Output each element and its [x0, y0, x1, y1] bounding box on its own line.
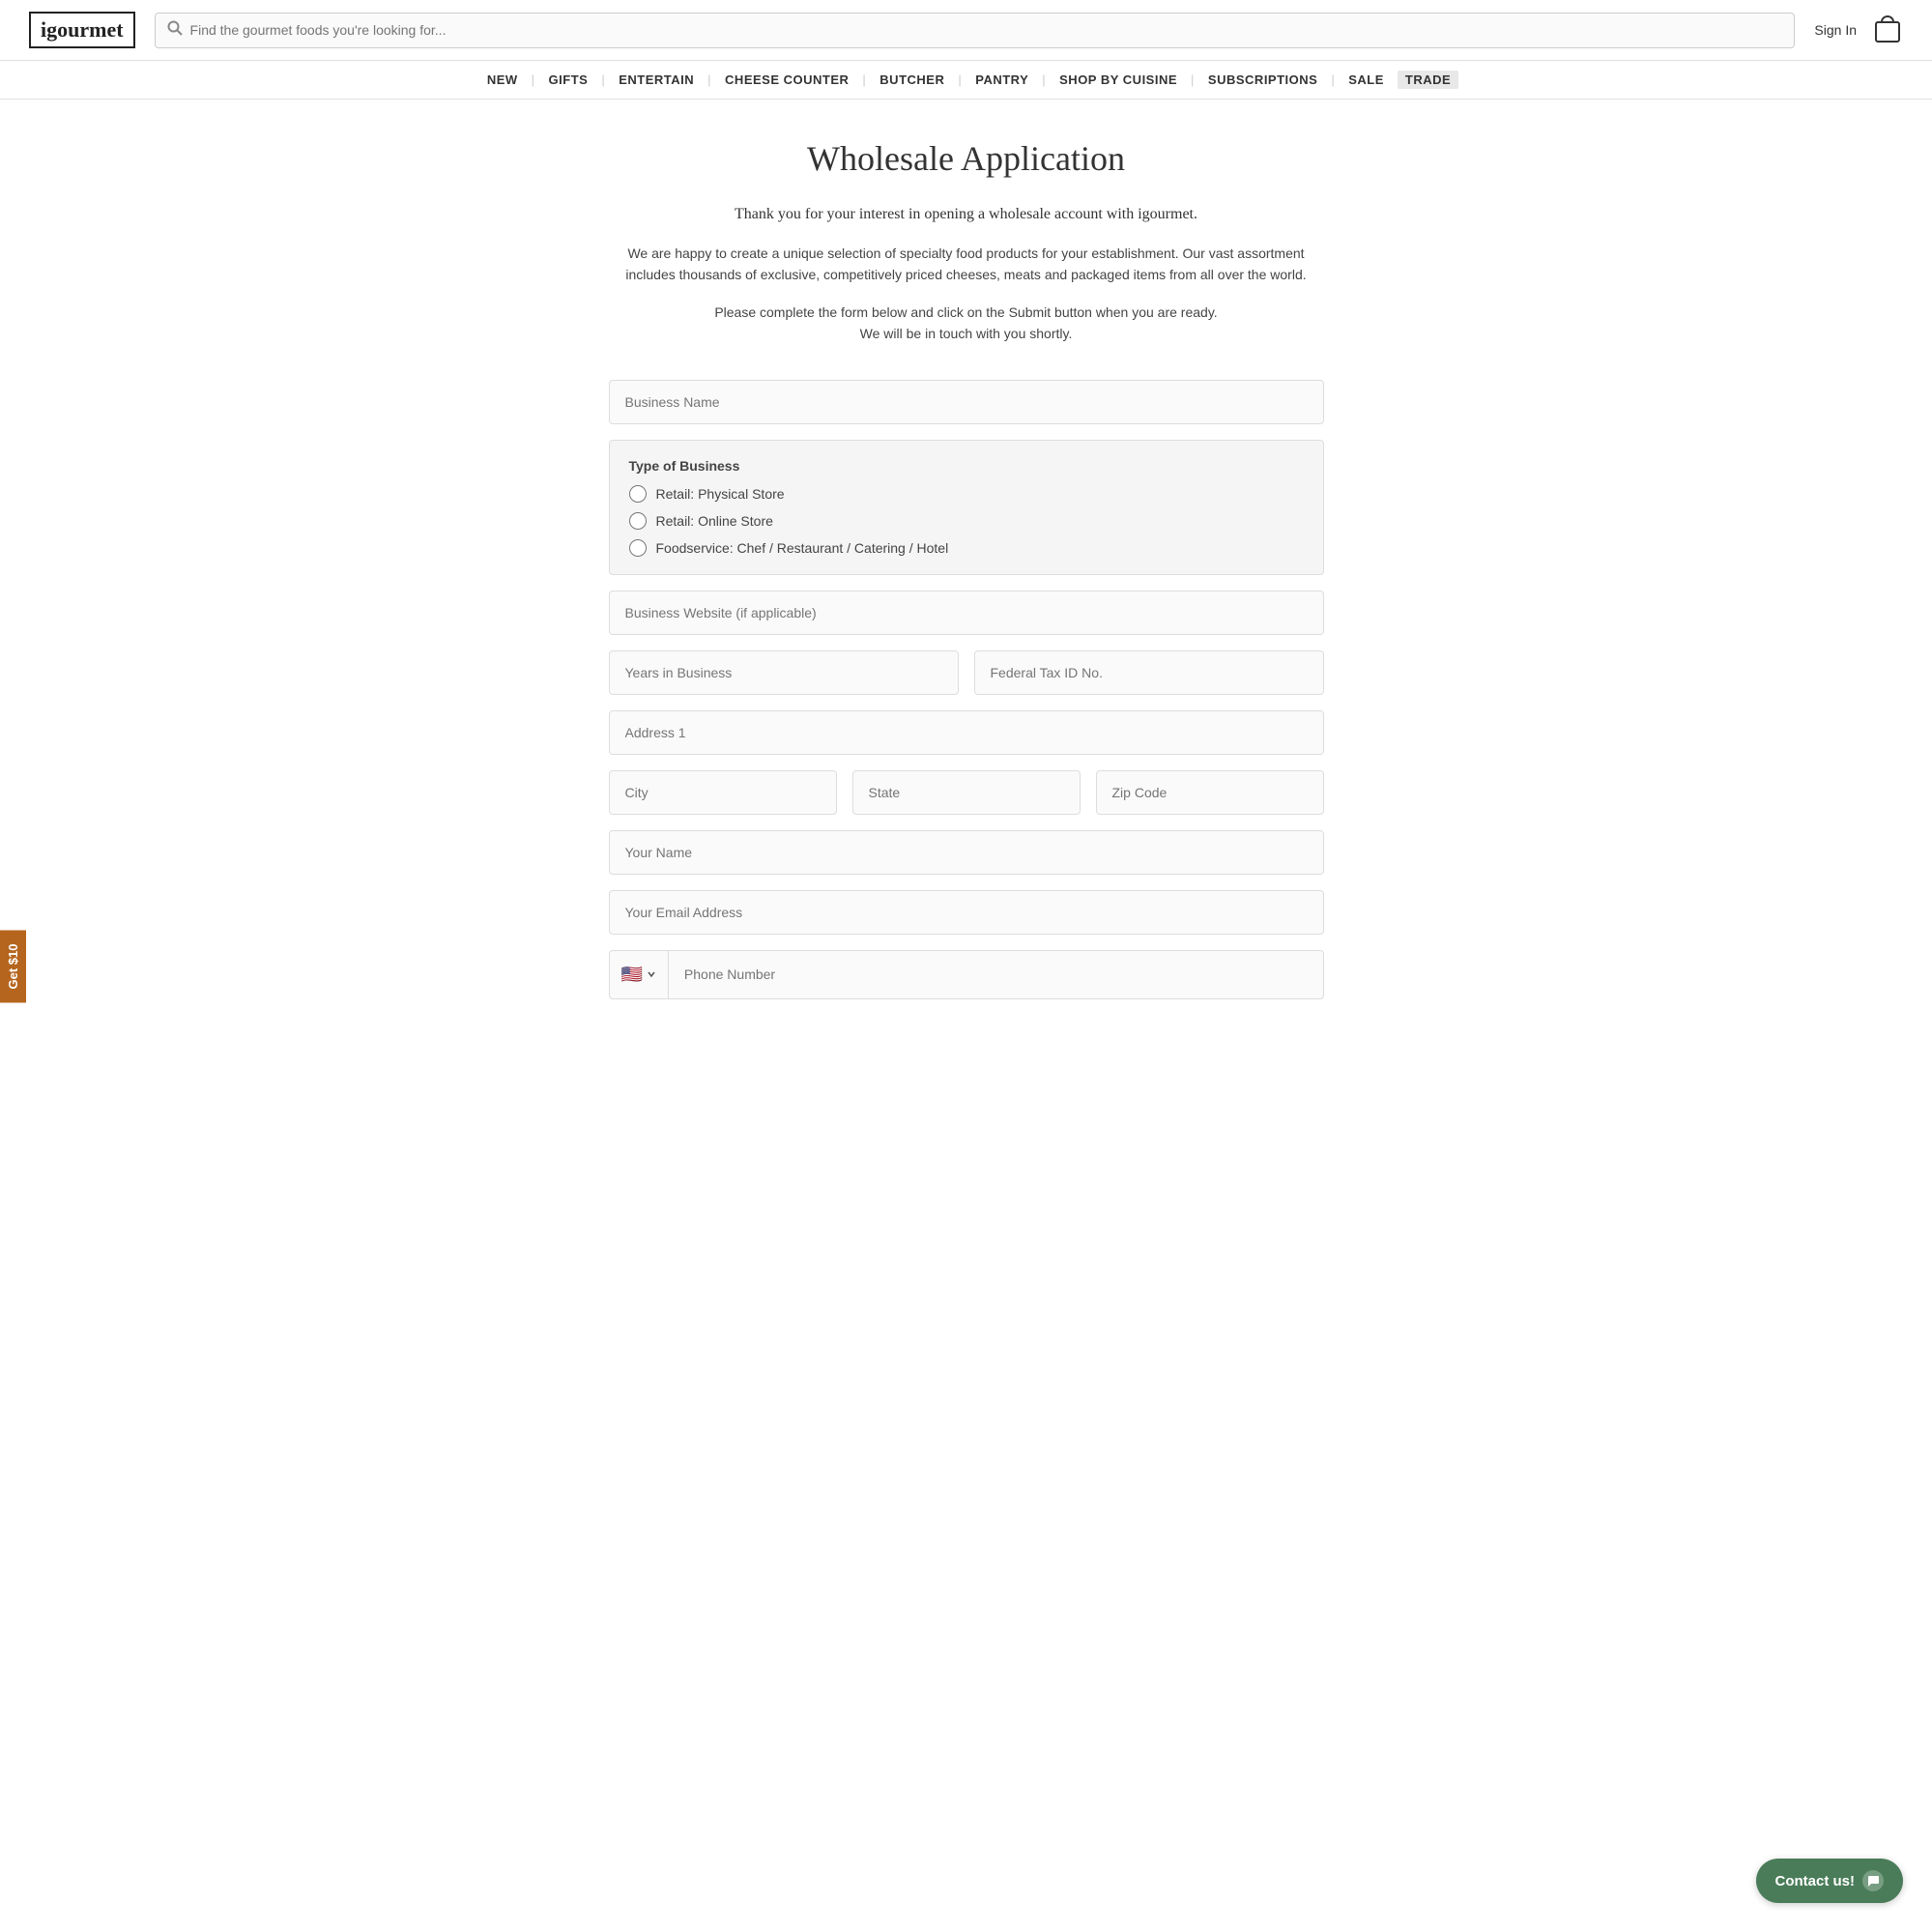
radio-retail-online[interactable]: Retail: Online Store	[629, 512, 1304, 530]
radio-label-retail-online: Retail: Online Store	[656, 513, 773, 529]
search-input[interactable]	[190, 22, 1783, 38]
nav-item-subscriptions[interactable]: SUBSCRIPTIONS	[1195, 72, 1331, 87]
search-icon	[167, 20, 183, 41]
federal-tax-input[interactable]	[974, 650, 1324, 695]
website-input[interactable]	[609, 591, 1324, 635]
sign-in-link[interactable]: Sign In	[1814, 22, 1857, 38]
city-input[interactable]	[609, 770, 837, 815]
cart-icon[interactable]	[1872, 14, 1903, 45]
header-right: Sign In	[1814, 14, 1903, 45]
main-nav: NEW | GIFTS | ENTERTAIN | CHEESE COUNTER…	[0, 61, 1932, 100]
contact-chat-icon	[1862, 1870, 1884, 1891]
description-text: We are happy to create a unique selectio…	[609, 243, 1324, 286]
phone-input[interactable]	[669, 953, 1323, 995]
zip-input[interactable]	[1096, 770, 1324, 815]
business-name-input[interactable]	[609, 380, 1324, 424]
radio-label-foodservice: Foodservice: Chef / Restaurant / Caterin…	[656, 540, 949, 556]
email-input[interactable]	[609, 890, 1324, 935]
radio-input-foodservice[interactable]	[629, 539, 647, 557]
wholesale-form: Type of Business Retail: Physical Store …	[609, 380, 1324, 999]
header: igourmet Sign In	[0, 0, 1932, 61]
nav-item-trade[interactable]: TRADE	[1398, 71, 1458, 89]
nav-item-cheese-counter[interactable]: CHEESE COUNTER	[711, 72, 862, 87]
nav-item-new[interactable]: NEW	[474, 72, 532, 87]
address1-input[interactable]	[609, 710, 1324, 755]
radio-retail-physical[interactable]: Retail: Physical Store	[629, 485, 1304, 503]
nav-item-shop-by-cuisine[interactable]: SHOP BY CUISINE	[1046, 72, 1191, 87]
phone-row: 🇺🇸	[609, 950, 1324, 999]
nav-item-pantry[interactable]: PANTRY	[962, 72, 1042, 87]
radio-label-retail-physical: Retail: Physical Store	[656, 486, 785, 502]
state-input[interactable]	[852, 770, 1081, 815]
contact-us-label: Contact us!	[1775, 1873, 1856, 1889]
city-state-zip-row	[609, 770, 1324, 815]
years-in-business-input[interactable]	[609, 650, 959, 695]
phone-flag-selector[interactable]: 🇺🇸	[610, 951, 669, 998]
type-of-business-label: Type of Business	[629, 458, 1304, 474]
nav-item-sale[interactable]: SALE	[1335, 72, 1398, 87]
form-note: Please complete the form below and click…	[609, 302, 1324, 345]
radio-input-retail-online[interactable]	[629, 512, 647, 530]
chevron-down-icon	[647, 969, 656, 979]
intro-text: Thank you for your interest in opening a…	[609, 206, 1324, 223]
search-bar	[155, 13, 1796, 48]
nav-item-butcher[interactable]: BUTCHER	[866, 72, 958, 87]
type-of-business-box: Type of Business Retail: Physical Store …	[609, 440, 1324, 575]
nav-item-entertain[interactable]: ENTERTAIN	[605, 72, 707, 87]
form-note-line2: We will be in touch with you shortly.	[860, 326, 1073, 341]
radio-input-retail-physical[interactable]	[629, 485, 647, 503]
radio-foodservice[interactable]: Foodservice: Chef / Restaurant / Caterin…	[629, 539, 1304, 557]
side-tab-get10[interactable]: Get $10	[0, 930, 26, 1002]
nav-item-gifts[interactable]: GIFTS	[535, 72, 602, 87]
your-name-input[interactable]	[609, 830, 1324, 875]
page-title: Wholesale Application	[609, 138, 1324, 179]
form-note-line1: Please complete the form below and click…	[714, 304, 1217, 320]
radio-group: Retail: Physical Store Retail: Online St…	[629, 485, 1304, 557]
years-tax-row	[609, 650, 1324, 695]
logo[interactable]: igourmet	[29, 12, 135, 48]
flag-emoji: 🇺🇸	[621, 965, 643, 985]
contact-us-button[interactable]: Contact us!	[1756, 1859, 1904, 1903]
main-content: Wholesale Application Thank you for your…	[590, 100, 1343, 1057]
